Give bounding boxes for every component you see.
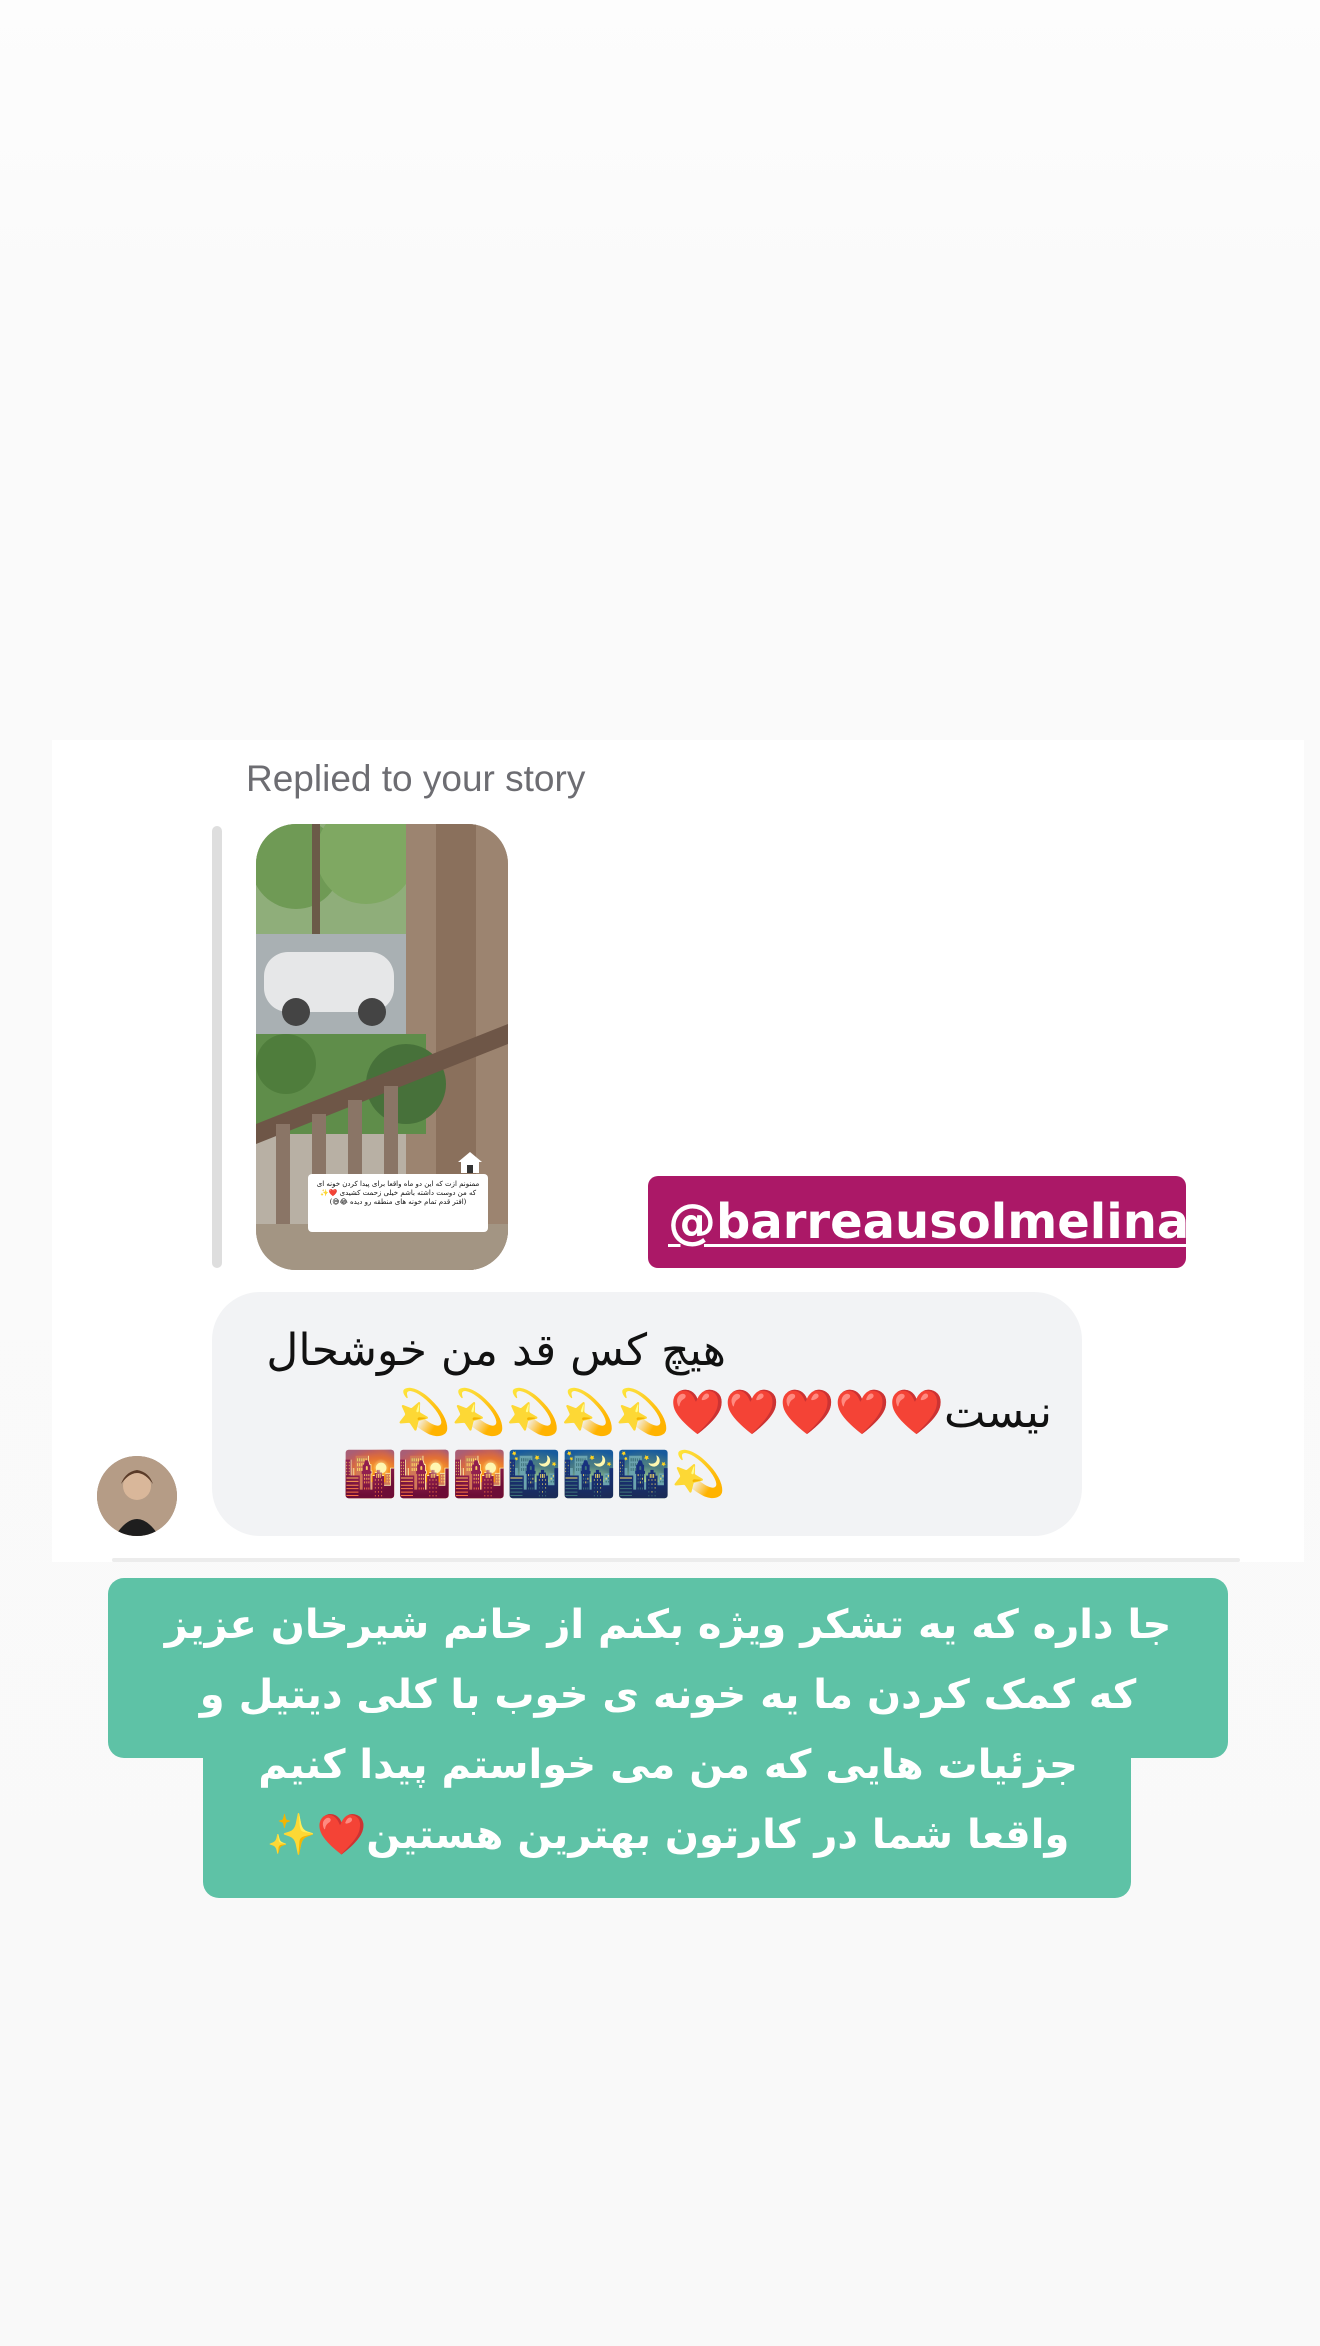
- sender-avatar[interactable]: [97, 1456, 177, 1536]
- story-text-sticker: جا داره که یه تشکر ویژه بکنم از خانم شیر…: [120, 1590, 1216, 1870]
- house-sticker-icon: [458, 1152, 482, 1173]
- story-text-line-4: واقعا شما در کارتون بهترین هستین❤️✨: [266, 1812, 1070, 1858]
- message-line-3: 💫🌃🌃🌃🌇🌇🌇: [342, 1449, 727, 1500]
- message-text: هیچ کس قد من خوشحال نیست❤️❤️❤️❤️❤️💫💫💫💫💫 …: [246, 1320, 1052, 1506]
- message-line-2: نیست❤️❤️❤️❤️❤️💫💫💫💫💫: [396, 1387, 1052, 1438]
- avatar-image: [97, 1456, 177, 1536]
- mention-sticker[interactable]: @barreausolmelina: [648, 1176, 1186, 1268]
- story-text-line-1: جا داره که یه تشکر ویژه بکنم از خانم شیر…: [164, 1602, 1172, 1648]
- story-caption-text: ممنونم ازت که این دو ماه واقعا برای پیدا…: [308, 1174, 488, 1232]
- divider: [112, 1558, 1240, 1562]
- reply-indicator-bar: [212, 826, 222, 1268]
- message-line-1: هیچ کس قد من خوشحال: [266, 1325, 726, 1376]
- story-thumbnail[interactable]: ممنونم ازت که این دو ماه واقعا برای پیدا…: [256, 824, 508, 1270]
- story-text-line-2: که کمک کردن ما یه خونه ی خوب با کلی دیتی…: [199, 1672, 1137, 1718]
- replied-to-story-label: Replied to your story: [246, 758, 586, 799]
- story-text-line-3: جزئیات هایی که من می خواستم پیدا کنیم: [258, 1742, 1078, 1788]
